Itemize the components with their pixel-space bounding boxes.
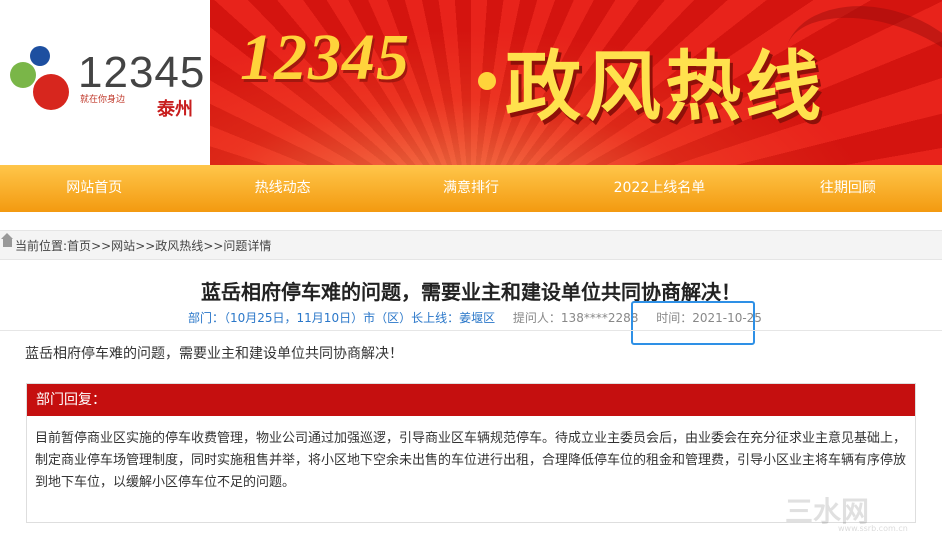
nav-item-archive[interactable]: 往期回顾 — [754, 165, 942, 212]
asker-info: 提问人：138****2288 — [512, 311, 639, 325]
divider — [0, 330, 942, 331]
department-info: 部门：（10月25日，11月10日）市（区）长上线：姜堰区 — [188, 311, 496, 325]
hotline-number: 12345 — [240, 21, 410, 94]
watermark-url: www.ssrb.com.cn — [838, 524, 908, 533]
nav-item-hotline-news[interactable]: 热线动态 — [188, 165, 376, 212]
breadcrumb-separator: >> — [91, 239, 112, 253]
logo-blue-dot — [30, 46, 50, 66]
breadcrumb: 当前位置:首页>>网站>>政风热线>>问题详情 — [0, 230, 942, 260]
page-title: 蓝岳相府停车难的问题，需要业主和建设单位共同协商解决！ — [201, 280, 741, 304]
breadcrumb-separator: >> — [203, 239, 224, 253]
logo[interactable]: 12345 就在你身边 泰州 — [0, 0, 210, 165]
department-reply: 部门回复： 目前暂停商业区实施的停车收费管理，物业公司通过加强巡逻，引导商业区车… — [26, 383, 916, 523]
reply-heading: 部门回复： — [27, 384, 915, 416]
breadcrumb-separator: >> — [135, 239, 156, 253]
main-nav: 网站首页 热线动态 满意排行 2022上线名单 往期回顾 — [0, 165, 942, 212]
nav-item-satisfaction-ranking[interactable]: 满意排行 — [377, 165, 565, 212]
logo-green-dot — [10, 62, 36, 88]
time-highlight-box — [631, 301, 755, 345]
breadcrumb-text: 当前位置:首页>>网站>>政风热线>>问题详情 — [15, 237, 271, 254]
separator-dot — [478, 72, 496, 90]
breadcrumb-home-link[interactable]: 首页 — [67, 239, 91, 253]
logo-city: 泰州 — [157, 99, 193, 120]
hotline-title: 政风热线 — [505, 42, 825, 131]
nav-item-home[interactable]: 网站首页 — [0, 165, 188, 212]
question-text: 蓝岳相府停车难的问题，需要业主和建设单位共同协商解决！ — [25, 346, 403, 362]
logo-number: 12345 — [78, 48, 206, 97]
logo-red-dot — [33, 74, 69, 110]
header-banner: 12345 就在你身边 泰州 12345 政风热线 — [0, 0, 942, 165]
reply-body: 目前暂停商业区实施的停车收费管理，物业公司通过加强巡逻，引导商业区车辆规范停车。… — [35, 431, 907, 490]
home-icon — [1, 233, 13, 247]
breadcrumb-section-link[interactable]: 政风热线 — [155, 239, 203, 253]
logo-tagline: 就在你身边 — [80, 95, 126, 105]
nav-item-2022-list[interactable]: 2022上线名单 — [565, 165, 753, 212]
breadcrumb-prefix: 当前位置: — [15, 239, 68, 253]
breadcrumb-site-link[interactable]: 网站 — [111, 239, 135, 253]
breadcrumb-current: 问题详情 — [223, 239, 272, 253]
